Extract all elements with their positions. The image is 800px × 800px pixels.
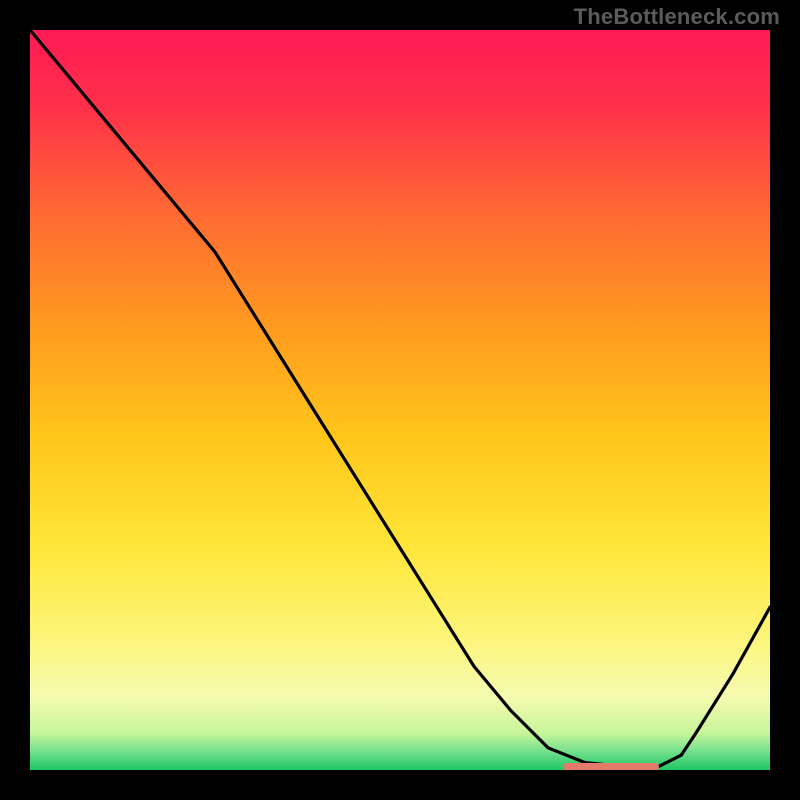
chart-container: TheBottleneck.com <box>0 0 800 800</box>
gradient-background <box>30 30 770 770</box>
watermark-label: TheBottleneck.com <box>574 4 780 30</box>
plot-area <box>30 30 770 770</box>
optimal-marker <box>563 763 659 770</box>
chart-svg <box>30 30 770 770</box>
